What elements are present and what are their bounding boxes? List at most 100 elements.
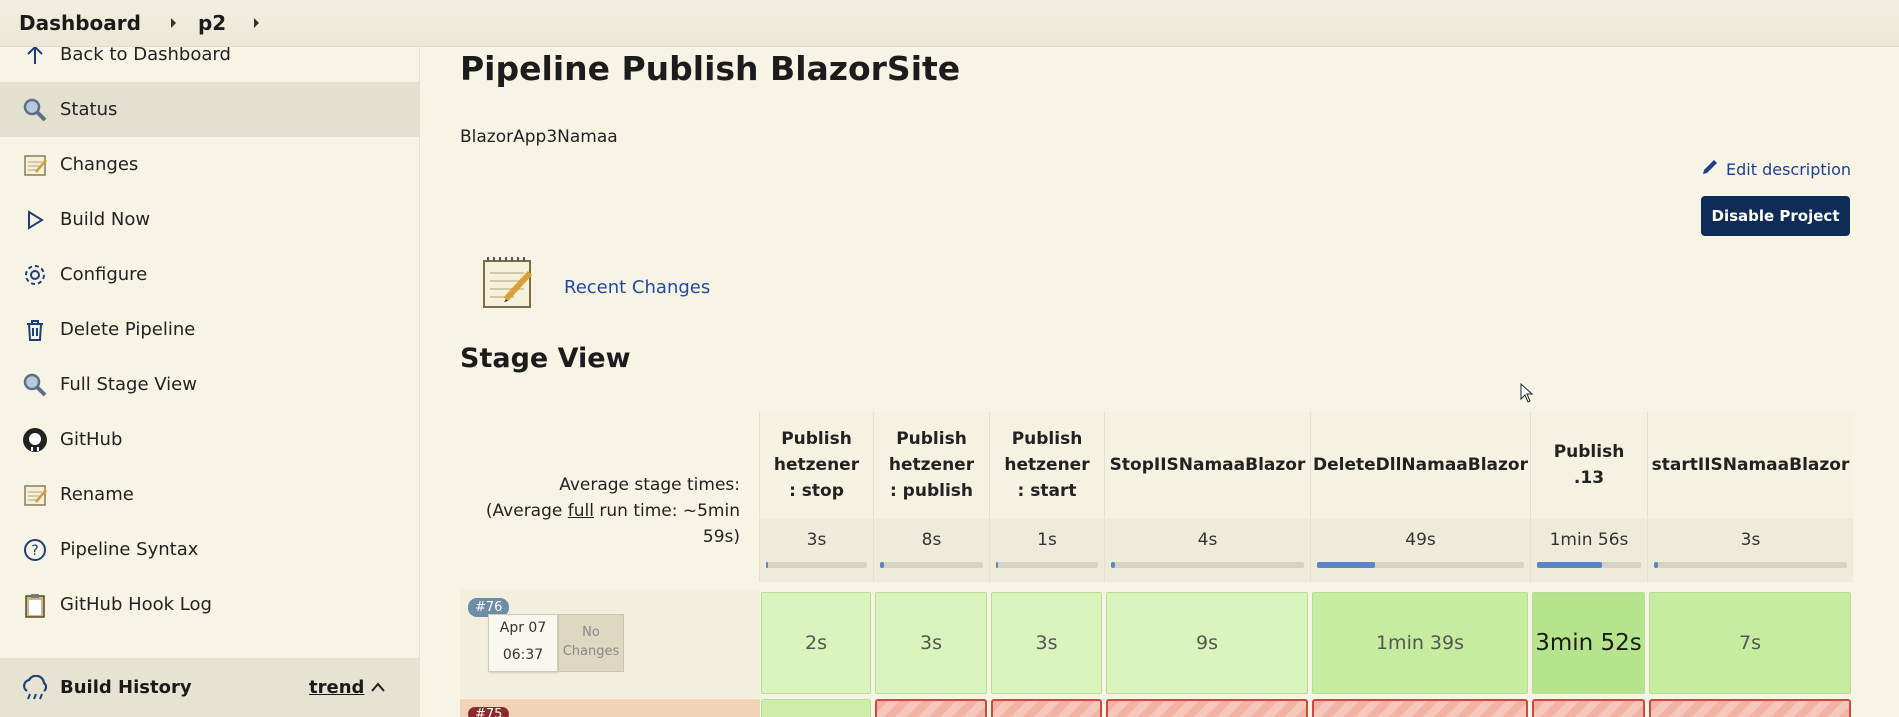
sidebar-item-configure[interactable]: Configure (0, 247, 420, 302)
project-description: BlazorApp3Namaa (460, 127, 618, 147)
magnifier-icon (20, 370, 50, 400)
no-changes-badge: No Changes (558, 614, 624, 672)
stage-cell-failed[interactable] (875, 699, 987, 717)
stage-average-bar (1537, 562, 1641, 568)
sidebar: Back to Dashboard Status Changes Build N… (0, 44, 420, 717)
help-icon: ? (20, 535, 50, 565)
stage-cell-success[interactable]: 9s (1106, 592, 1308, 694)
stage-header-line: Publish (896, 428, 967, 449)
play-icon (20, 205, 50, 235)
stage-header-line: : stop (789, 480, 844, 501)
disable-project-button[interactable]: Disable Project (1701, 196, 1850, 236)
trash-icon (20, 315, 50, 345)
sidebar-item-github[interactable]: GitHub (0, 412, 420, 467)
sidebar-item-label: Configure (60, 264, 148, 285)
stage-cell-failed[interactable] (991, 699, 1102, 717)
stage-cell-success[interactable]: 1min 39s (1312, 592, 1528, 694)
stage-average-time: 8s (921, 530, 942, 550)
sidebar-item-label: Status (60, 99, 118, 120)
stage-header-line: hetzener (773, 454, 860, 475)
stage-average-fill (766, 562, 769, 568)
trend-link[interactable]: trend (309, 677, 364, 698)
sidebar-item-delete-pipeline[interactable]: Delete Pipeline (0, 302, 420, 357)
recent-changes-link[interactable]: Recent Changes (564, 277, 710, 298)
stage-header-line: hetzener (1004, 454, 1090, 475)
sidebar-item-label: Rename (60, 484, 134, 505)
stage-header: Publish hetzener : publish (873, 412, 989, 517)
stage-average-bar (1317, 562, 1524, 568)
svg-text:?: ? (31, 543, 38, 559)
sidebar-item-label: GitHub (60, 429, 123, 450)
stage-average-fill (1317, 562, 1376, 568)
stage-header-line: : publish (889, 480, 974, 501)
stage-average: 3s (1647, 518, 1853, 582)
stage-header-line: .13 (1573, 467, 1605, 488)
page-title: Pipeline Publish BlazorSite (460, 49, 961, 88)
stage-cell-failed[interactable] (1649, 699, 1851, 717)
stage-header: StopIISNamaaBlazor (1104, 412, 1310, 517)
stage-average-fill (996, 562, 998, 568)
stage-cell-success[interactable]: 7s (1649, 592, 1851, 694)
magnifier-icon (20, 95, 50, 125)
stage-header: startIISNamaaBlazor (1647, 412, 1853, 517)
chevron-up-icon[interactable] (370, 677, 386, 698)
stage-header: Publish .13 (1530, 412, 1647, 517)
chevron-right-icon[interactable] (170, 18, 176, 28)
sidebar-item-label: Changes (60, 154, 139, 175)
stage-average-bar (766, 562, 867, 568)
sidebar-item-github-hook-log[interactable]: GitHub Hook Log (0, 577, 420, 632)
stage-header-line: Publish (1553, 441, 1625, 462)
stage-average-fill (1111, 562, 1115, 568)
stage-cell-success[interactable]: 3s (991, 592, 1102, 694)
sidebar-item-pipeline-syntax[interactable]: ? Pipeline Syntax (0, 522, 420, 577)
pencil-icon (1700, 157, 1720, 181)
edit-description-label: Edit description (1726, 159, 1852, 179)
build-row-75[interactable]: #75 (460, 699, 760, 717)
sidebar-item-build-now[interactable]: Build Now (0, 192, 420, 247)
stage-header-line: startIISNamaaBlazor (1651, 454, 1850, 475)
stage-average-time: 3s (1740, 530, 1761, 550)
stage-cell-success[interactable] (761, 699, 871, 717)
stage-cell-failed[interactable] (1312, 699, 1528, 717)
stage-average-time: 4s (1197, 530, 1218, 550)
stage-average-fill (1654, 562, 1658, 568)
stage-cell-success[interactable]: 2s (761, 592, 871, 694)
stage-header-line: hetzener (888, 454, 975, 475)
stage-cell-failed[interactable] (1532, 699, 1645, 717)
stage-average-fill (880, 562, 885, 568)
sidebar-item-rename[interactable]: Rename (0, 467, 420, 522)
build-date: Apr 07 06:37 (488, 614, 558, 672)
chevron-right-icon[interactable] (254, 18, 260, 28)
sidebar-item-full-stage-view[interactable]: Full Stage View (0, 357, 420, 412)
sidebar-item-status[interactable]: Status (0, 82, 420, 137)
build-history-header: Build History trend (0, 658, 420, 717)
stage-header-line: StopIISNamaaBlazor (1109, 454, 1306, 475)
stage-average: 3s (759, 518, 873, 582)
build-row-76[interactable]: #76 Apr 07 06:37 No Changes (460, 590, 760, 698)
edit-description-link[interactable]: Edit description (1700, 157, 1851, 181)
mouse-cursor-icon (1520, 382, 1534, 407)
stage-cell-success[interactable]: 3min 52s (1532, 592, 1645, 694)
stage-average: 49s (1310, 518, 1530, 582)
notepad-icon (20, 480, 50, 510)
sidebar-item-label: Pipeline Syntax (60, 539, 199, 560)
notepad-icon (480, 255, 536, 311)
stage-cell-failed[interactable] (1106, 699, 1308, 717)
breadcrumb-project[interactable]: p2 (198, 11, 226, 35)
build-number-badge[interactable]: #75 (468, 707, 510, 717)
stage-header-line: : start (1017, 480, 1077, 501)
stage-view-table: Average stage times: (Average full run t… (460, 412, 1860, 717)
stage-header-line: Publish (1011, 428, 1083, 449)
stage-average: 4s (1104, 518, 1310, 582)
stage-average-bar (880, 562, 983, 568)
sidebar-item-label: Full Stage View (60, 374, 197, 395)
sidebar-item-label: Delete Pipeline (60, 319, 196, 340)
breadcrumb-dashboard[interactable]: Dashboard (19, 11, 141, 35)
sidebar-item-label: Build Now (60, 209, 151, 230)
stage-cell-success[interactable]: 3s (875, 592, 987, 694)
stage-average-time: 49s (1405, 530, 1436, 550)
sidebar-item-changes[interactable]: Changes (0, 137, 420, 192)
stage-view-title: Stage View (460, 343, 631, 374)
stage-average: 1min 56s (1530, 518, 1647, 582)
gear-icon (20, 260, 50, 290)
